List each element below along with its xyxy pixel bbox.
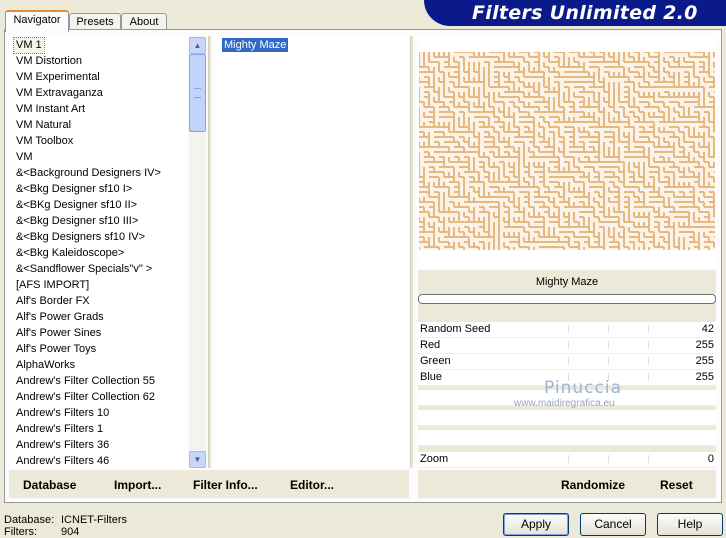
category-item[interactable]: VM Experimental <box>14 70 102 85</box>
param-row-random-seed[interactable]: Random Seed 42 <box>418 322 716 338</box>
param-value: 0 <box>707 453 714 465</box>
category-item[interactable]: VM <box>14 150 35 165</box>
param-label: Green <box>420 355 451 367</box>
param-value: 255 <box>695 339 714 351</box>
param-label: Random Seed <box>420 323 491 335</box>
category-item[interactable]: VM Extravaganza <box>14 86 105 101</box>
divider <box>410 36 413 468</box>
category-item[interactable]: Alf's Power Grads <box>14 310 106 325</box>
category-item[interactable]: &<Bkg Designer sf10 III> <box>14 214 140 229</box>
filter-name-label: Mighty Maze <box>418 270 716 294</box>
category-item[interactable]: Alf's Power Sines <box>14 326 103 341</box>
param-value: 42 <box>701 323 714 335</box>
param-value: 255 <box>695 355 714 367</box>
category-item[interactable]: &<BKg Designer sf10 II> <box>14 198 139 213</box>
category-item[interactable]: Alf's Power Toys <box>14 342 98 357</box>
app-banner: Filters Unlimited 2.0 <box>424 0 726 26</box>
cancel-button[interactable]: Cancel <box>580 513 646 536</box>
category-item[interactable]: &<Bkg Designer sf10 I> <box>14 182 134 197</box>
category-item[interactable]: &<Bkg Designers sf10 IV> <box>14 230 147 245</box>
category-scrollbar[interactable]: ▲ ▼ <box>189 36 206 468</box>
param-row-zoom[interactable]: Zoom 0 <box>418 452 716 468</box>
category-item[interactable]: Andrew's Filters 10 <box>14 406 111 421</box>
filter-item-mighty-maze[interactable]: Mighty Maze <box>222 38 289 52</box>
category-item[interactable]: VM Toolbox <box>14 134 75 149</box>
category-item[interactable]: VM Distortion <box>14 54 84 69</box>
filter-info-button[interactable]: Filter Info... <box>193 478 258 492</box>
category-item[interactable]: Alf's Border FX <box>14 294 92 309</box>
category-item[interactable]: Andrew's Filters 46 <box>14 454 111 468</box>
param-label: Red <box>420 339 441 351</box>
preview-pane <box>418 36 716 268</box>
watermark-title: Pinuccia <box>544 378 622 398</box>
param-row-empty <box>418 410 716 426</box>
watermark-url: www.maidiregrafica.eu <box>514 398 615 409</box>
tab-presets[interactable]: Presets <box>69 13 121 30</box>
param-row-empty <box>418 430 716 446</box>
database-value: ICNET-Filters <box>61 514 127 526</box>
apply-button[interactable]: Apply <box>503 513 569 536</box>
category-item[interactable]: [AFS IMPORT] <box>14 278 91 293</box>
param-row-red[interactable]: Red 255 <box>418 338 716 354</box>
randomize-button[interactable]: Randomize <box>561 478 625 492</box>
category-list[interactable]: VM 1 VM Distortion VM Experimental VM Extra… <box>9 36 187 468</box>
category-item[interactable]: Andrew's Filter Collection 62 <box>14 390 157 405</box>
category-item[interactable]: VM 1 <box>13 37 45 54</box>
app-title: Filters Unlimited 2.0 <box>472 2 698 24</box>
editor-button[interactable]: Editor... <box>290 478 334 492</box>
scroll-up-icon[interactable]: ▲ <box>189 37 206 54</box>
scroll-thumb[interactable] <box>189 54 206 132</box>
filters-label: Filters: <box>4 526 37 538</box>
param-row-green[interactable]: Green 255 <box>418 354 716 370</box>
category-item[interactable]: &<Bkg Kaleidoscope> <box>14 246 126 261</box>
reset-button[interactable]: Reset <box>660 478 693 492</box>
category-item[interactable]: VM Instant Art <box>14 102 87 117</box>
maze-preview-image <box>419 52 715 250</box>
filters-count: 904 <box>61 526 80 538</box>
tab-navigator[interactable]: Navigator <box>5 10 69 32</box>
category-item[interactable]: AlphaWorks <box>14 358 77 373</box>
param-value: 255 <box>695 371 714 383</box>
category-item[interactable]: Andrew's Filters 36 <box>14 438 111 453</box>
category-item[interactable]: VM Natural <box>14 118 73 133</box>
divider <box>208 36 211 468</box>
database-button[interactable]: Database <box>23 478 76 492</box>
param-label: Blue <box>420 371 443 383</box>
filter-list[interactable]: Mighty Maze <box>215 36 409 468</box>
progress-bar <box>418 294 716 304</box>
scroll-down-icon[interactable]: ▼ <box>189 451 206 468</box>
category-item[interactable]: &<Sandflower Specials"v" > <box>14 262 154 277</box>
tab-about[interactable]: About <box>121 13 167 30</box>
import-button[interactable]: Import... <box>114 478 161 492</box>
database-label: Database: <box>4 514 55 526</box>
help-button[interactable]: Help <box>657 513 723 536</box>
param-label: Zoom <box>420 453 449 465</box>
category-item[interactable]: Andrew's Filter Collection 55 <box>14 374 157 389</box>
category-item[interactable]: &<Background Designers IV> <box>14 166 163 181</box>
category-item[interactable]: Andrew's Filters 1 <box>14 422 105 437</box>
